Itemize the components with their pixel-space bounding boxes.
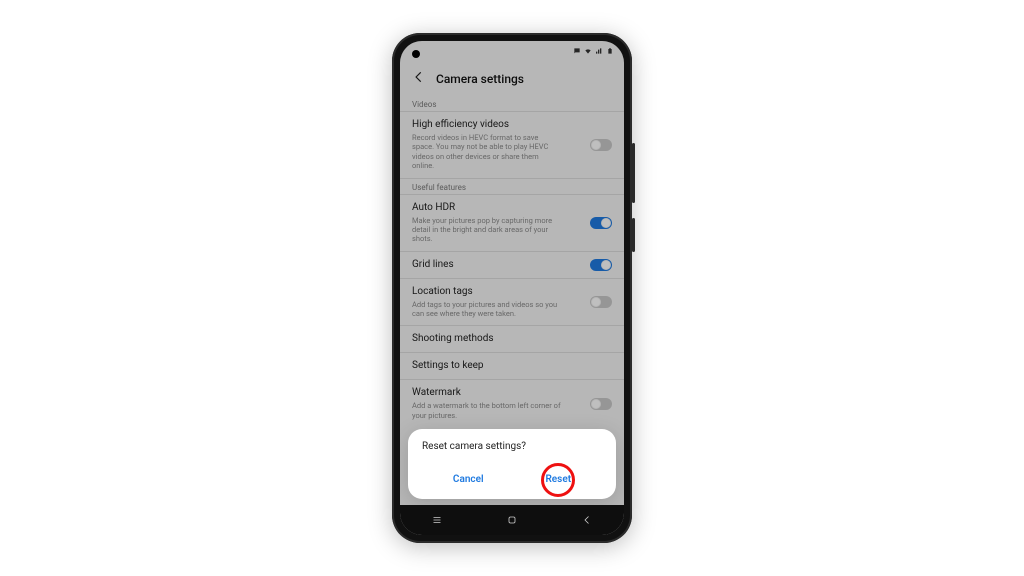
home-button[interactable] bbox=[506, 511, 518, 530]
recents-button[interactable] bbox=[431, 511, 443, 530]
reset-button-label: Reset bbox=[545, 474, 571, 485]
screen: Camera settings Videos High efficiency v… bbox=[400, 41, 624, 535]
reset-dialog: Reset camera settings? Cancel Reset bbox=[408, 429, 616, 499]
front-camera-hole bbox=[412, 50, 420, 58]
dialog-message: Reset camera settings? bbox=[422, 441, 602, 452]
android-nav-bar bbox=[400, 505, 624, 535]
volume-button[interactable] bbox=[632, 143, 635, 203]
nav-back-button[interactable] bbox=[581, 511, 593, 530]
reset-button[interactable]: Reset bbox=[535, 468, 581, 491]
dialog-actions: Cancel Reset bbox=[422, 468, 602, 491]
phone-frame: Camera settings Videos High efficiency v… bbox=[392, 33, 632, 543]
cancel-button[interactable]: Cancel bbox=[443, 468, 494, 491]
power-button[interactable] bbox=[632, 218, 635, 252]
